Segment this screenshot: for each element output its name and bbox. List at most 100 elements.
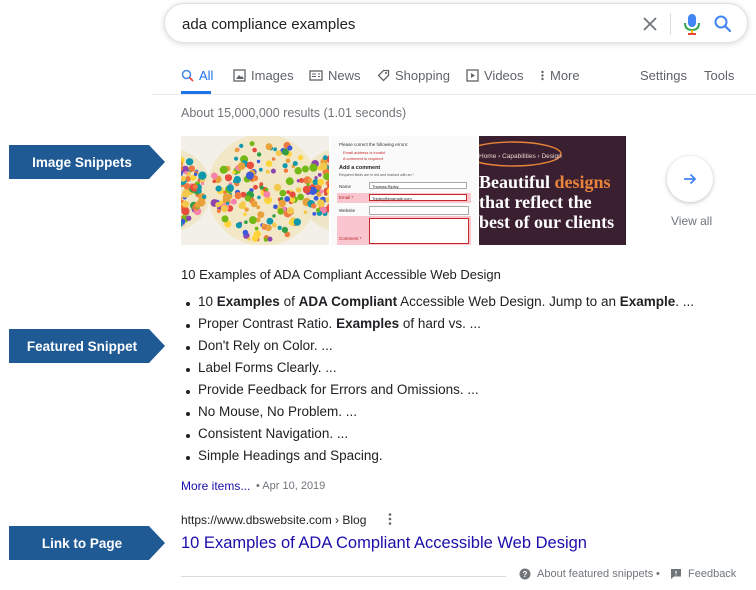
color-dot <box>194 201 202 208</box>
color-dot <box>272 222 277 228</box>
settings-link[interactable]: Settings <box>640 68 687 83</box>
microphone-icon[interactable] <box>681 12 703 36</box>
more-items-link[interactable]: More items... <box>181 479 250 493</box>
color-dot <box>273 147 277 152</box>
color-dot <box>224 174 233 182</box>
feedback-link[interactable]: Feedback <box>670 568 736 580</box>
tab-more[interactable]: More <box>540 68 580 92</box>
color-dot <box>297 193 304 201</box>
color-dot <box>254 226 259 231</box>
tools-link[interactable]: Tools <box>704 68 734 83</box>
list-item: No Mouse, No Problem. ... <box>181 404 694 426</box>
banner-line3: best of our clients <box>479 212 615 232</box>
view-all-label[interactable]: View all <box>671 214 712 228</box>
color-dot <box>234 147 239 153</box>
snippet-heading: 10 Examples of ADA Compliant Accessible … <box>181 267 501 282</box>
form-error-item: A comment is required <box>343 156 383 161</box>
color-dot <box>265 169 270 174</box>
color-dot <box>293 218 301 226</box>
tab-images[interactable]: Images <box>233 68 294 92</box>
color-dot <box>319 189 324 194</box>
search-box[interactable] <box>164 3 748 43</box>
color-dot <box>221 215 229 223</box>
more-options-icon[interactable] <box>384 512 396 526</box>
banner-text: Beautiful <box>479 172 555 192</box>
snippet-list: 10 Examples of ADA Compliant Accessible … <box>181 294 694 470</box>
color-dot <box>313 195 319 201</box>
tab-label: Images <box>251 68 294 83</box>
list-item: Consistent Navigation. ... <box>181 426 694 448</box>
color-dot <box>186 215 192 221</box>
color-dot <box>258 167 263 172</box>
search-box-divider <box>670 13 671 35</box>
color-dot <box>299 178 305 183</box>
image-result-color-test[interactable] <box>181 136 329 245</box>
search-icon[interactable] <box>713 14 733 34</box>
color-dot <box>278 199 286 208</box>
color-dot <box>283 168 289 173</box>
color-dot <box>273 204 278 210</box>
color-dot <box>311 203 317 209</box>
color-dot <box>272 214 276 218</box>
color-dot <box>275 150 282 157</box>
color-dot <box>266 217 274 225</box>
image-result-form-errors[interactable]: Please correct the following errors: Ema… <box>331 136 477 245</box>
color-dot <box>267 236 273 242</box>
color-test-image <box>181 136 329 245</box>
news-icon <box>309 70 323 81</box>
color-dot <box>233 175 241 184</box>
close-icon[interactable] <box>641 15 659 33</box>
color-dot <box>261 223 266 228</box>
tab-all[interactable]: All <box>181 68 213 92</box>
tab-shopping[interactable]: Shopping <box>377 68 450 92</box>
color-dot <box>281 226 288 233</box>
color-dot <box>314 176 318 180</box>
color-dot <box>215 202 221 208</box>
callout-label: Link to Page <box>41 535 123 551</box>
color-dot <box>185 158 194 166</box>
arrow-right-icon <box>684 173 697 185</box>
tab-videos[interactable]: Videos <box>466 68 524 92</box>
search-input[interactable] <box>182 13 622 35</box>
search-icon <box>181 69 194 82</box>
banner-line1: Beautiful designs <box>479 172 611 193</box>
color-dot <box>235 222 242 229</box>
color-dot <box>182 189 191 198</box>
color-dot <box>237 162 246 170</box>
tabs-divider <box>152 94 756 95</box>
color-dot <box>312 212 317 216</box>
image-result-design-banner[interactable]: Home › Capabilities › Design Beautiful d… <box>479 136 626 245</box>
color-dot <box>244 220 248 224</box>
color-dot <box>239 143 244 148</box>
color-dot <box>202 194 207 199</box>
result-url[interactable]: https://www.dbswebsite.com › Blog <box>181 513 366 527</box>
about-featured-snippets-link[interactable]: ? About featured snippets <box>519 568 653 580</box>
color-dot <box>244 207 249 212</box>
color-dot <box>264 187 269 192</box>
snippet-date: • Apr 10, 2019 <box>256 480 326 492</box>
color-dot <box>184 171 188 175</box>
color-dot <box>246 161 254 170</box>
banner-breadcrumb: Home › Capabilities › Design <box>479 153 562 160</box>
tab-label: All <box>199 68 214 83</box>
form-heading: Add a comment <box>339 165 381 171</box>
color-dot <box>192 184 198 190</box>
color-dot <box>301 165 309 173</box>
color-dot <box>315 208 321 213</box>
color-dot <box>242 229 249 236</box>
color-dot <box>211 172 218 180</box>
list-item: Provide Feedback for Errors and Omission… <box>181 382 694 404</box>
results-count: About 15,000,000 results (1.01 seconds) <box>181 106 407 120</box>
color-dot <box>324 192 328 196</box>
tag-icon <box>377 69 390 82</box>
color-dot <box>230 198 237 205</box>
form-label: Name <box>339 184 352 189</box>
view-all-button[interactable] <box>667 156 713 202</box>
list-item: Proper Contrast Ratio. Examples of hard … <box>181 316 694 338</box>
color-dot <box>273 183 282 192</box>
result-title-link[interactable]: 10 Examples of ADA Compliant Accessible … <box>181 534 587 553</box>
color-dot <box>244 195 251 202</box>
color-dot <box>250 200 258 208</box>
color-dot <box>284 196 291 202</box>
tab-news[interactable]: News <box>309 68 361 92</box>
